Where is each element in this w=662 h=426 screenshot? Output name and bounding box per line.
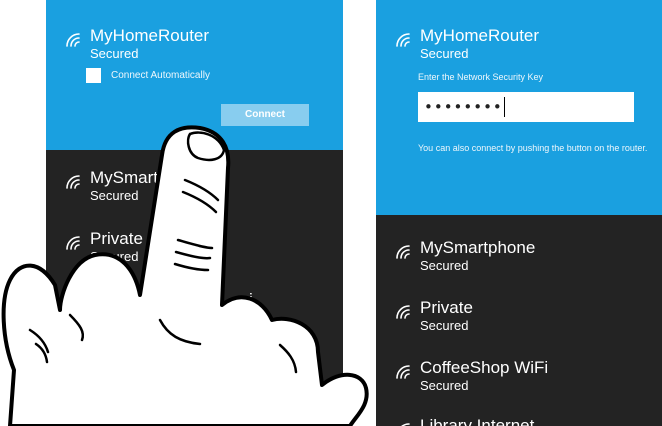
network-name: CoffeeS — [90, 290, 152, 309]
active-network-header: MyHomeRouter Secured — [64, 26, 209, 62]
list-item[interactable]: Private Secured — [394, 298, 473, 334]
wps-hint: You can also connect by pushing the butt… — [418, 143, 648, 153]
network-name: Private — [420, 298, 473, 317]
active-network-header: MyHomeRouter Secured — [394, 26, 539, 62]
network-name: MyHomeRouter — [90, 26, 210, 45]
network-status: Secured — [90, 249, 139, 264]
network-name: MySmartp — [90, 168, 168, 187]
wifi-icon — [394, 243, 410, 259]
auto-connect-checkbox[interactable] — [86, 68, 101, 83]
network-name: MyHomeRouter — [420, 26, 540, 45]
wifi-icon — [64, 31, 80, 47]
network-name: MySmartphone — [420, 238, 536, 257]
security-key-prompt: Enter the Network Security Key — [418, 72, 544, 82]
list-item[interactable]: CoffeeS Secured — [90, 290, 151, 326]
security-key-input[interactable]: •••••••• — [418, 92, 634, 122]
network-status: Secured — [420, 258, 469, 273]
partial-network-text: i — [249, 290, 253, 309]
list-item[interactable]: MySmartphone Secured — [394, 238, 535, 274]
network-status: Secured — [90, 46, 139, 61]
list-item[interactable]: Library Internet — [394, 416, 534, 426]
active-network-tile[interactable]: MyHomeRouter Secured Connect Automatical… — [46, 0, 343, 150]
wifi-icon — [64, 173, 80, 189]
list-item[interactable]: CoffeeShop WiFi Secured — [394, 358, 548, 394]
network-status: Secured — [420, 318, 469, 333]
network-panel-right: MyHomeRouter Secured Enter the Network S… — [376, 0, 662, 426]
network-status: Secured — [420, 46, 469, 61]
wifi-icon — [394, 363, 410, 379]
network-name: Library Internet — [420, 416, 535, 426]
security-key-value: •••••••• — [424, 98, 503, 116]
text-caret — [503, 97, 505, 117]
wifi-icon — [64, 234, 80, 250]
wifi-icon — [394, 421, 410, 426]
active-network-tile[interactable]: MyHomeRouter Secured Enter the Network S… — [376, 0, 662, 215]
list-item[interactable]: Libra Secu — [96, 350, 134, 386]
auto-connect-label: Connect Automatically — [111, 70, 210, 81]
network-name: Private — [90, 229, 143, 248]
network-name: Libra — [96, 350, 134, 369]
network-name: CoffeeShop WiFi — [420, 358, 549, 377]
auto-connect-row[interactable]: Connect Automatically — [86, 68, 210, 83]
network-status: Secured — [90, 310, 139, 325]
list-item[interactable]: Private Secured — [64, 229, 143, 265]
wifi-icon — [394, 31, 410, 47]
network-panel-left: MyHomeRouter Secured Connect Automatical… — [46, 0, 343, 426]
connect-button[interactable]: Connect — [221, 104, 309, 126]
network-status: Secured — [420, 378, 469, 393]
network-status: Secured — [90, 188, 139, 203]
wifi-icon — [394, 303, 410, 319]
network-status: Secu — [96, 370, 126, 385]
list-item[interactable]: MySmartp Secured — [64, 168, 167, 204]
